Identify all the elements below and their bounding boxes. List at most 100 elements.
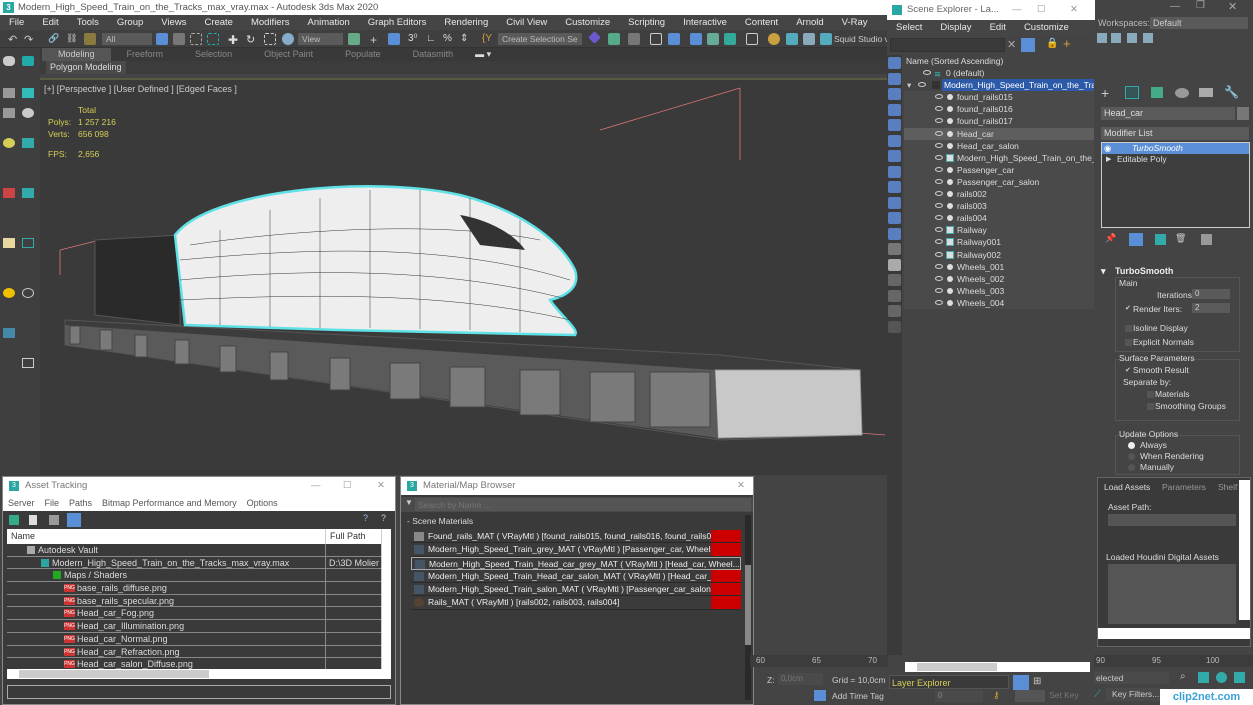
when-rendering-radio[interactable] bbox=[1128, 453, 1135, 460]
perspective-viewport[interactable]: [+] [Perspective ] [User Defined ] [Edge… bbox=[40, 78, 888, 475]
tab-load-assets[interactable]: Load Assets bbox=[1104, 482, 1150, 492]
stack-item-editable-poly[interactable]: ▶ Editable Poly bbox=[1102, 154, 1249, 165]
material-item[interactable]: Modern_High_Speed_Train_grey_MAT ( VRayM… bbox=[411, 543, 741, 557]
material-item[interactable]: Modern_High_Speed_Train_Head_car_salon_M… bbox=[411, 569, 741, 584]
visibility-eye-icon[interactable] bbox=[935, 166, 943, 172]
scrollbar-thumb[interactable] bbox=[917, 663, 997, 671]
select-by-name-icon[interactable] bbox=[173, 33, 185, 45]
frame-icon[interactable] bbox=[22, 238, 34, 248]
pivot-center-icon[interactable] bbox=[348, 33, 360, 45]
turbosmooth-title[interactable]: TurboSmooth bbox=[1115, 266, 1173, 276]
se-menu-select[interactable]: Select bbox=[887, 20, 931, 36]
scene-explorer-search-input[interactable] bbox=[890, 38, 1005, 52]
display-tab-icon[interactable] bbox=[1199, 88, 1213, 97]
column-header-name[interactable]: Name bbox=[11, 529, 35, 544]
sphere-icon[interactable] bbox=[22, 108, 34, 118]
tab-parameters[interactable]: Parameters bbox=[1162, 482, 1206, 492]
display-cameras-icon[interactable] bbox=[888, 103, 901, 116]
material-item-selected[interactable]: Modern_High_Speed_Train_Head_car_grey_MA… bbox=[411, 556, 741, 570]
display-containers-icon[interactable] bbox=[888, 196, 901, 209]
configure-modifier-sets-icon[interactable] bbox=[1201, 234, 1212, 245]
menu-create[interactable]: Create bbox=[195, 17, 242, 28]
zoom-icon[interactable]: ⌕ bbox=[1180, 671, 1186, 682]
utilities-tab-icon[interactable]: 🔧 bbox=[1224, 85, 1239, 99]
tab-shelf[interactable]: Shelf bbox=[1218, 482, 1237, 492]
scrollbar-thumb[interactable] bbox=[19, 670, 209, 678]
invert-display-icon[interactable] bbox=[888, 274, 901, 286]
se-maximize-icon[interactable]: ☐ bbox=[1037, 0, 1046, 20]
display-groups-icon[interactable] bbox=[888, 150, 901, 162]
material-item[interactable]: Rails_MAT ( VRayMtl ) [rails002, rails00… bbox=[411, 596, 741, 610]
current-frame-field[interactable]: 0 bbox=[935, 690, 983, 702]
tree-row[interactable]: Wheels_001 bbox=[904, 260, 1094, 273]
create-tab-icon[interactable]: + bbox=[1101, 85, 1109, 101]
bind-spacewarp-icon[interactable] bbox=[84, 33, 96, 45]
area-light-icon[interactable] bbox=[3, 238, 15, 248]
polygon-modeling-panel[interactable]: Polygon Modeling bbox=[46, 61, 126, 74]
visibility-eye-icon[interactable] bbox=[935, 203, 943, 209]
workspace-icon[interactable] bbox=[1143, 33, 1153, 43]
tree-row[interactable]: Head_car_salon bbox=[904, 139, 1094, 152]
rendered-frame-window-icon[interactable] bbox=[786, 33, 798, 45]
object-color-swatch[interactable] bbox=[1237, 107, 1249, 120]
selection-filter-dropdown[interactable]: All bbox=[102, 33, 152, 45]
display-shapes-icon[interactable] bbox=[888, 72, 901, 85]
se-menu-customize[interactable]: Customize bbox=[1015, 20, 1078, 36]
materials-checkbox[interactable] bbox=[1147, 391, 1154, 398]
visibility-eye-icon[interactable] bbox=[935, 263, 943, 269]
scrollbar-thumb[interactable] bbox=[745, 565, 751, 645]
display-lights-icon[interactable] bbox=[888, 88, 901, 100]
scene-explorer-toggle-icon[interactable] bbox=[3, 56, 15, 66]
modifier-visibility-eye-icon[interactable]: ◉ bbox=[1104, 143, 1111, 154]
key-filters-button[interactable]: Key Filters... bbox=[1106, 688, 1164, 701]
houdini-hscrollbar[interactable] bbox=[1098, 628, 1250, 639]
at-close-icon[interactable]: ✕ bbox=[377, 477, 385, 495]
asset-table-vscrollbar[interactable] bbox=[381, 529, 391, 669]
at-minimize-icon[interactable]: — bbox=[311, 477, 321, 495]
modifier-list-dropdown[interactable]: Modifier List bbox=[1101, 127, 1249, 140]
menu-vray[interactable]: V-Ray bbox=[833, 17, 877, 28]
material-list-scrollbar[interactable] bbox=[745, 515, 751, 700]
tree-row[interactable]: Modern_High_Speed_Train_on_the_T bbox=[904, 151, 1094, 164]
visibility-eye-icon[interactable] bbox=[935, 215, 943, 221]
scene-materials-header[interactable]: - Scene Materials bbox=[401, 514, 753, 530]
placement-icon[interactable] bbox=[282, 33, 294, 45]
particles-icon[interactable] bbox=[3, 188, 15, 198]
timeline-right-segment[interactable]: 90 95 100 bbox=[1094, 655, 1253, 667]
rotate-icon[interactable]: ↻ bbox=[246, 33, 258, 46]
lock-icon[interactable]: 🔒 bbox=[1046, 38, 1058, 49]
column-header-full-path[interactable]: Full Path bbox=[325, 529, 366, 544]
render-setup-icon[interactable] bbox=[768, 33, 780, 45]
time-tag-icon[interactable] bbox=[814, 690, 826, 701]
camera-icon[interactable] bbox=[22, 138, 34, 148]
display-xrefs-icon[interactable] bbox=[888, 165, 901, 178]
tree-row[interactable]: Railway001 bbox=[904, 236, 1094, 249]
show-end-result-icon[interactable] bbox=[1129, 233, 1143, 246]
scale-icon[interactable] bbox=[264, 33, 276, 45]
tree-row[interactable]: Wheels_004 bbox=[904, 296, 1094, 309]
menu-arnold[interactable]: Arnold bbox=[787, 17, 832, 28]
list-view-icon[interactable] bbox=[49, 515, 59, 525]
always-radio[interactable] bbox=[1128, 442, 1135, 449]
display-helpers-icon[interactable] bbox=[888, 119, 901, 131]
menu-edit[interactable]: Edit bbox=[33, 17, 67, 28]
visibility-eye-icon[interactable] bbox=[918, 82, 926, 88]
at-menu-options[interactable]: Options bbox=[242, 495, 283, 511]
ribbon-tab-object-paint[interactable]: Object Paint bbox=[248, 48, 329, 61]
se-minimize-icon[interactable]: — bbox=[1012, 0, 1022, 20]
vault-icon[interactable] bbox=[9, 515, 19, 525]
layer-icon[interactable] bbox=[22, 56, 34, 66]
workspace-icon[interactable] bbox=[1111, 33, 1121, 43]
tree-row-layer-train[interactable]: ▾ Modern_High_Speed_Train_on_the_Trac bbox=[904, 79, 1094, 92]
auto-key-button[interactable] bbox=[1015, 690, 1045, 702]
se-menu-edit[interactable]: Edit bbox=[981, 20, 1015, 36]
ribbon-tab-selection[interactable]: Selection bbox=[179, 48, 248, 61]
table-view-icon[interactable] bbox=[67, 513, 81, 527]
visibility-eye-icon[interactable] bbox=[935, 227, 943, 233]
menu-tools[interactable]: Tools bbox=[68, 17, 108, 28]
expand-arrow-icon[interactable]: ▾ bbox=[907, 79, 911, 91]
close-icon[interactable]: ✕ bbox=[1228, 0, 1237, 13]
visibility-eye-icon[interactable] bbox=[935, 299, 943, 305]
ribbon-options-icon[interactable]: ▬ ▾ bbox=[469, 48, 497, 61]
filter-icon[interactable] bbox=[1021, 38, 1035, 52]
